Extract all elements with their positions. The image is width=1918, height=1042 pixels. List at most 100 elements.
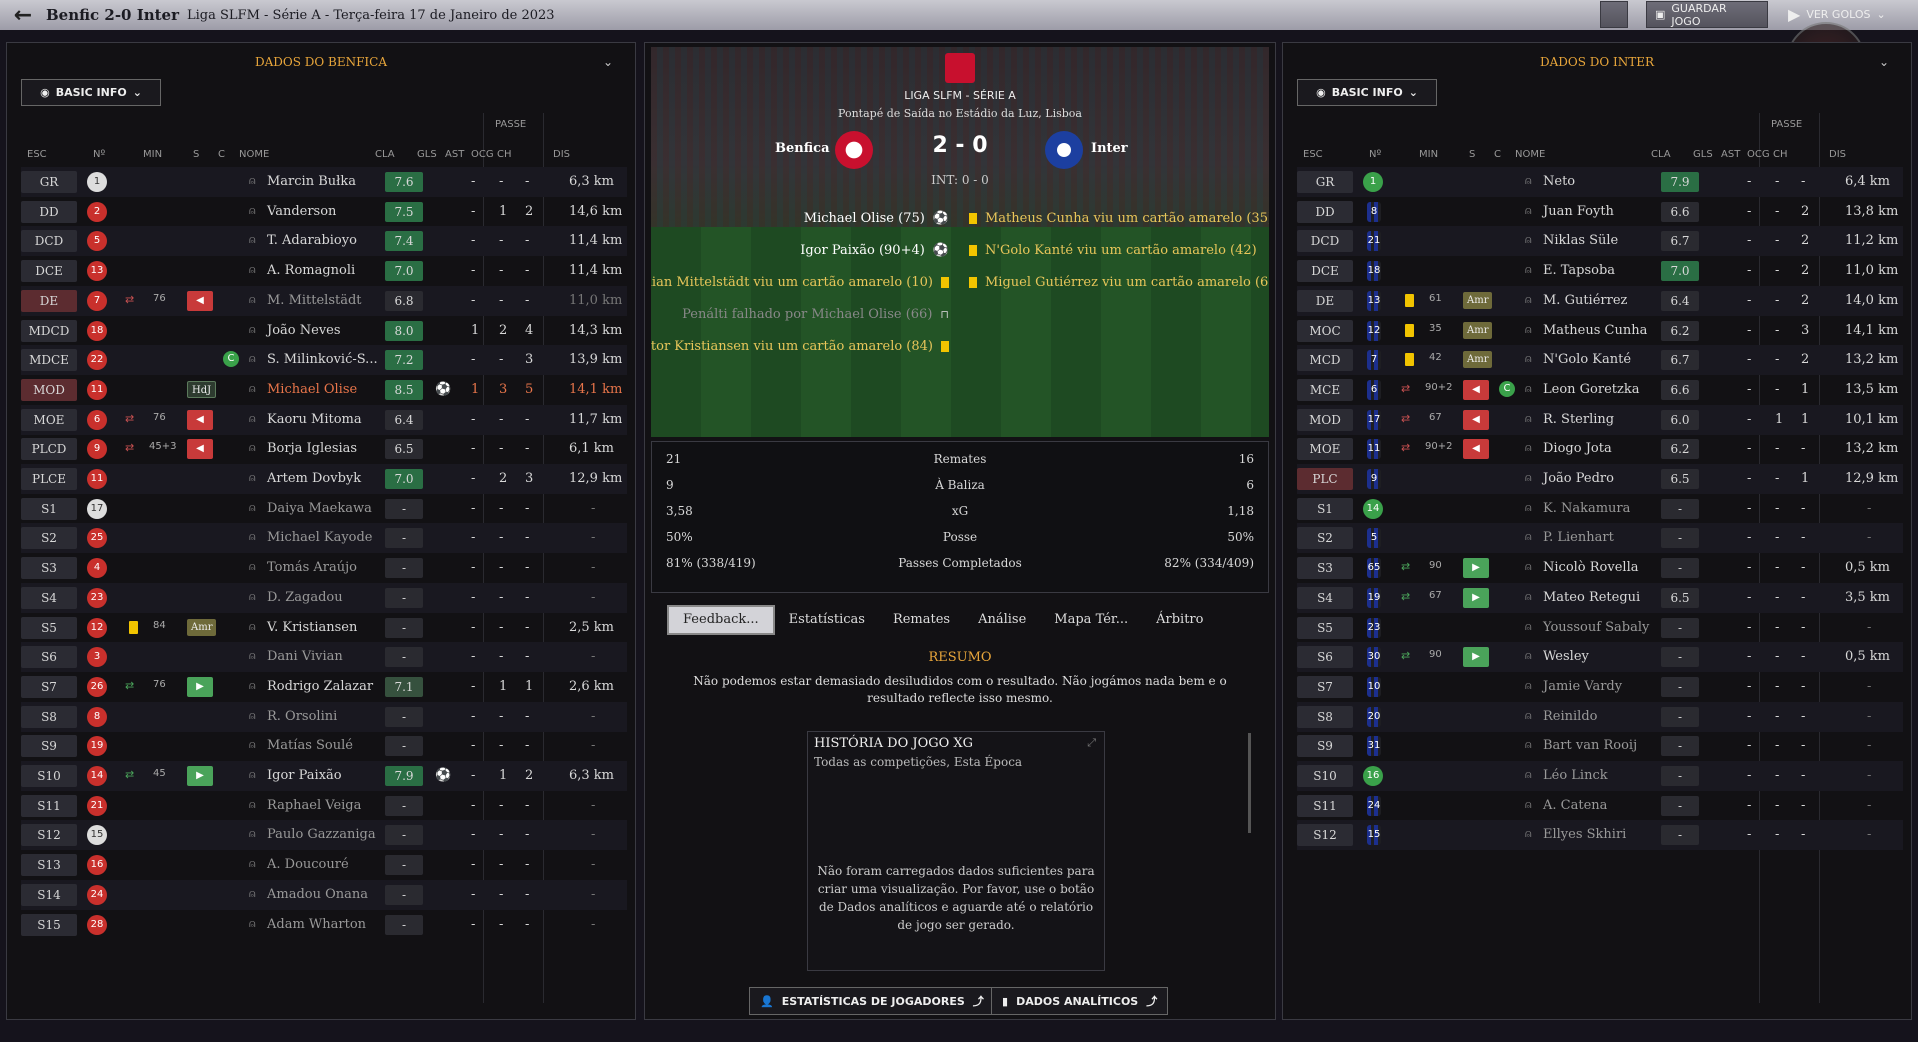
player-name[interactable]: M. Gutiérrez [1543, 293, 1627, 308]
table-row[interactable]: S8 8 ⍝ R. Orsolini - - - - - [21, 701, 627, 732]
col-header-s[interactable]: S [1469, 149, 1475, 160]
table-row[interactable]: S7 10 ⍝ Jamie Vardy - - - - - [1297, 672, 1903, 702]
table-row[interactable]: S11 24 ⍝ A. Catena - - - - - [1297, 791, 1903, 821]
table-row[interactable]: S8 20 ⍝ Reinildo - - - - - [1297, 701, 1903, 732]
col-header-gls[interactable]: GLS [1693, 149, 1713, 160]
col-header-esc[interactable]: ESC [27, 149, 47, 160]
table-row[interactable]: DCE 18 ⍝ E. Tapsoba 7.0 - - 2 11,0 km [1297, 256, 1903, 286]
player-name[interactable]: Neto [1543, 174, 1575, 189]
player-name[interactable]: R. Orsolini [267, 709, 337, 724]
player-name[interactable]: Bart van Rooij [1543, 738, 1637, 753]
player-name[interactable]: R. Sterling [1543, 412, 1614, 427]
player-name[interactable]: Adam Wharton [267, 917, 366, 932]
col-header-ocg[interactable]: OCG [471, 149, 494, 160]
player-name[interactable]: Diogo Jota [1543, 441, 1612, 456]
chevron-down-icon[interactable]: ⌄ [603, 55, 613, 69]
player-name[interactable]: Paulo Gazzaniga [267, 827, 376, 842]
col-header-ast[interactable]: AST [445, 149, 464, 160]
table-row[interactable]: S7 26 ⇄ 76 ▶ ⍝ Rodrigo Zalazar 7.1 - 1 1 2,6 km [21, 672, 627, 702]
player-name[interactable]: Amadou Onana [267, 887, 368, 902]
player-name[interactable]: Mateo Retegui [1543, 590, 1640, 605]
table-row[interactable]: S9 31 ⍝ Bart van Rooij - - - - - [1297, 731, 1903, 761]
player-name[interactable]: Juan Foyth [1543, 204, 1614, 219]
table-row[interactable]: S2 5 ⍝ P. Lienhart - - - - - [1297, 523, 1903, 554]
table-row[interactable]: PLCE 11 ⍝ Artem Dovbyk 7.0 - 2 3 12,9 km [21, 464, 627, 494]
table-row[interactable]: S12 15 ⍝ Ellyes Skhiri - - - - - [1297, 820, 1903, 851]
col-header-min[interactable]: MIN [143, 149, 162, 160]
col-header-ocg[interactable]: OCG [1747, 149, 1770, 160]
table-row[interactable]: S4 19 ⇄ 67 ▶ ⍝ Mateo Retegui 6.5 - - - 3,5 km [1297, 582, 1903, 613]
player-name[interactable]: Dani Vivian [267, 649, 343, 664]
player-name[interactable]: Nicolò Rovella [1543, 560, 1638, 575]
col-header-esc[interactable]: ESC [1303, 149, 1323, 160]
table-row[interactable]: S12 15 ⍝ Paulo Gazzaniga - - - - - [21, 820, 627, 851]
col-header-ch[interactable]: CH [497, 149, 512, 160]
table-row[interactable]: PLCD 9 ⇄ 45+3 ◀ ⍝ Borja Iglesias 6.5 - - - 6,1 km [21, 434, 627, 464]
player-name[interactable]: Niklas Süle [1543, 233, 1618, 248]
expand-icon[interactable]: ⤢ [1087, 736, 1096, 750]
table-row[interactable]: S6 3 ⍝ Dani Vivian - - - - - [21, 642, 627, 673]
player-name[interactable]: Igor Paixão [267, 768, 342, 783]
table-row[interactable]: S10 16 ⍝ Léo Linck - - - - - [1297, 761, 1903, 791]
table-row[interactable]: S4 23 ⍝ D. Zagadou - - - - - [21, 582, 627, 613]
tab-4[interactable]: Mapa Tér... [1040, 605, 1142, 635]
player-name[interactable]: Vanderson [267, 204, 336, 219]
col-header-ast[interactable]: AST [1721, 149, 1740, 160]
table-row[interactable]: S5 23 ⍝ Youssouf Sabaly - - - - - [1297, 613, 1903, 643]
table-row[interactable]: S9 19 ⍝ Matías Soulé - - - - - [21, 731, 627, 761]
tab-2[interactable]: Remates [879, 605, 964, 635]
player-name[interactable]: Marcin Bułka [267, 174, 356, 189]
col-header-gls[interactable]: GLS [417, 149, 437, 160]
player-name[interactable]: A. Catena [1543, 798, 1607, 813]
col-header-s[interactable]: S [193, 149, 199, 160]
table-row[interactable]: S14 24 ⍝ Amadou Onana - - - - - [21, 879, 627, 910]
player-name[interactable]: P. Lienhart [1543, 530, 1614, 545]
tab-1[interactable]: Estatísticas [775, 605, 879, 635]
basic-info-dropdown[interactable]: ◉ BASIC INFO ⌄ [21, 79, 161, 106]
col-header-c[interactable]: C [1494, 149, 1501, 160]
table-row[interactable]: MCD 7 42 Amr ⍝ N'Golo Kanté 6.7 - - 2 13,2 km [1297, 345, 1903, 376]
col-header-ch[interactable]: CH [1773, 149, 1788, 160]
col-header-nome[interactable]: NOME [239, 149, 269, 160]
table-row[interactable]: S13 16 ⍝ A. Doucouré - - - - - [21, 850, 627, 880]
col-header-min[interactable]: MIN [1419, 149, 1438, 160]
player-name[interactable]: Artem Dovbyk [267, 471, 361, 486]
player-name[interactable]: Daiya Maekawa [267, 501, 372, 516]
col-header-nome[interactable]: NOME [1515, 149, 1545, 160]
table-row[interactable]: DE 7 ⇄ 76 ◀ ⍝ M. Mittelstädt 6.8 - - - 11,0 km [21, 285, 627, 316]
chevron-down-icon[interactable]: ⌄ [1879, 55, 1889, 69]
scrollbar[interactable] [1248, 733, 1251, 833]
table-row[interactable]: S3 65 ⇄ 90 ▶ ⍝ Nicolò Rovella - - - - 0,5 km [1297, 553, 1903, 583]
table-row[interactable]: MDCD 18 ⍝ João Neves 8.0 1 2 4 14,3 km [21, 316, 627, 346]
table-row[interactable]: GR 1 ⍝ Neto 7.9 - - - 6,4 km [1297, 167, 1903, 197]
player-stats-button[interactable]: 👤 ESTATÍSTICAS DE JOGADORES ⤴ [749, 987, 995, 1015]
player-name[interactable]: Jamie Vardy [1543, 679, 1622, 694]
table-row[interactable]: MOD 17 ⇄ 67 ◀ ⍝ R. Sterling 6.0 - 1 1 10,1 km [1297, 404, 1903, 435]
player-name[interactable]: D. Zagadou [267, 590, 343, 605]
table-row[interactable]: DD 8 ⍝ Juan Foyth 6.6 - - 2 13,8 km [1297, 197, 1903, 227]
tab-3[interactable]: Análise [964, 605, 1040, 635]
player-name[interactable]: Michael Olise [267, 382, 357, 397]
save-game-button[interactable]: ▣ GUARDAR JOGO [1646, 1, 1768, 28]
table-row[interactable]: S1 17 ⍝ Daiya Maekawa - - - - - [21, 494, 627, 524]
player-name[interactable]: Matías Soulé [267, 738, 353, 753]
table-row[interactable]: S1 14 ⍝ K. Nakamura - - - - - [1297, 494, 1903, 524]
player-name[interactable]: João Pedro [1543, 471, 1614, 486]
player-name[interactable]: Michael Kayode [267, 530, 373, 545]
player-name[interactable]: Reinildo [1543, 709, 1597, 724]
player-name[interactable]: A. Doucouré [267, 857, 349, 872]
player-name[interactable]: Léo Linck [1543, 768, 1608, 783]
player-name[interactable]: Kaoru Mitoma [267, 412, 362, 427]
table-row[interactable]: GR 1 ⍝ Marcin Bułka 7.6 - - - 6,3 km [21, 167, 627, 197]
col-header-dis[interactable]: DIS [1829, 149, 1846, 160]
table-row[interactable]: S5 12 84 Amr ⍝ V. Kristiansen - - - - 2,5 km [21, 613, 627, 643]
player-name[interactable]: T. Adarabioyo [267, 233, 357, 248]
player-name[interactable]: Borja Iglesias [267, 441, 357, 456]
table-row[interactable]: S15 28 ⍝ Adam Wharton - - - - - [21, 910, 627, 940]
table-row[interactable]: MCE 6 ⇄ 90+2 ◀ C ⍝ Leon Goretzka 6.6 - - 1 13,5 km [1297, 375, 1903, 405]
basic-info-dropdown[interactable]: ◉ BASIC INFO ⌄ [1297, 79, 1437, 106]
back-arrow-icon[interactable]: ← [0, 3, 46, 28]
player-name[interactable]: Youssouf Sabaly [1543, 620, 1649, 635]
table-row[interactable]: S3 4 ⍝ Tomás Araújo - - - - - [21, 553, 627, 583]
player-name[interactable]: Rodrigo Zalazar [267, 679, 373, 694]
